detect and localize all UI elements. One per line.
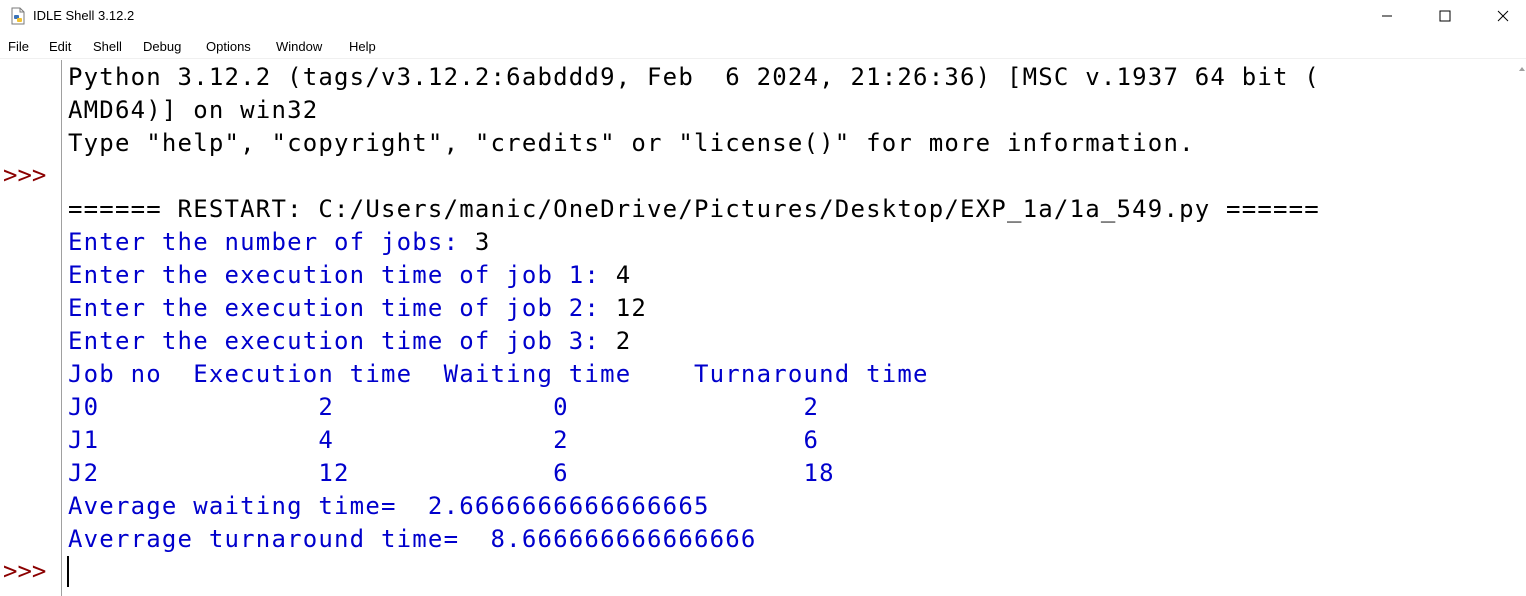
- table-row: J1 4 2 6: [68, 426, 820, 454]
- close-icon: [1497, 10, 1509, 22]
- output-text: Enter the execution time of job 3:: [68, 327, 616, 355]
- avg-waiting-line: Average waiting time= 2.6666666666666665: [68, 492, 710, 520]
- banner-line-1: Python 3.12.2 (tags/v3.12.2:6abddd9, Feb…: [68, 63, 1320, 91]
- table-row: J2 12 6 18: [68, 459, 835, 487]
- menu-bar: File Edit Shell Debug Options Window Hel…: [0, 36, 1526, 59]
- restart-line: ====== RESTART: C:/Users/manic/OneDrive/…: [68, 195, 1320, 223]
- output-text: Enter the execution time of job 2:: [68, 294, 616, 322]
- menu-debug[interactable]: Debug: [143, 39, 181, 54]
- minimize-icon: [1382, 15, 1392, 17]
- menu-shell[interactable]: Shell: [93, 39, 122, 54]
- banner-line-3: Type "help", "copyright", "credits" or "…: [68, 129, 1195, 157]
- banner-line-2: AMD64)] on win32: [68, 96, 319, 124]
- shell-prompt-active: >>>: [3, 557, 47, 585]
- user-input: 3: [474, 228, 491, 256]
- close-button[interactable]: [1474, 0, 1526, 32]
- input-line-job1: Enter the execution time of job 1: 4: [68, 259, 631, 292]
- menu-window[interactable]: Window: [276, 39, 322, 54]
- table-row: J0 2 0 2: [68, 393, 820, 421]
- shell-prompt: >>>: [3, 161, 47, 189]
- shell-text-area[interactable]: Python 3.12.2 (tags/v3.12.2:6abddd9, Feb…: [68, 60, 1518, 596]
- input-line-job3: Enter the execution time of job 3: 2: [68, 325, 631, 358]
- maximize-button[interactable]: [1416, 0, 1474, 32]
- menu-file[interactable]: File: [8, 39, 29, 54]
- menu-edit[interactable]: Edit: [49, 39, 71, 54]
- scroll-up-icon[interactable]: [1519, 66, 1525, 72]
- title-bar[interactable]: IDLE Shell 3.12.2: [0, 0, 1526, 34]
- output-text: Enter the execution time of job 1:: [68, 261, 616, 289]
- prompt-gutter: >>> >>>: [0, 60, 62, 596]
- vertical-scrollbar[interactable]: [1518, 60, 1526, 596]
- menu-help[interactable]: Help: [349, 39, 376, 54]
- minimize-button[interactable]: [1358, 0, 1416, 32]
- python-file-icon: [11, 7, 25, 25]
- output-text: Enter the number of jobs:: [68, 228, 475, 256]
- maximize-icon: [1439, 10, 1451, 22]
- avg-turnaround-line: Averrage turnaround time= 8.666666666666…: [68, 525, 757, 553]
- input-line-job2: Enter the execution time of job 2: 12: [68, 292, 647, 325]
- text-cursor: [67, 556, 69, 587]
- user-input: 4: [615, 261, 632, 289]
- input-line-jobs: Enter the number of jobs: 3: [68, 226, 491, 259]
- table-header: Job no Execution time Waiting time Turna…: [68, 360, 929, 388]
- window-title: IDLE Shell 3.12.2: [33, 8, 135, 23]
- menu-options[interactable]: Options: [206, 39, 251, 54]
- user-input: 2: [615, 327, 632, 355]
- user-input: 12: [615, 294, 648, 322]
